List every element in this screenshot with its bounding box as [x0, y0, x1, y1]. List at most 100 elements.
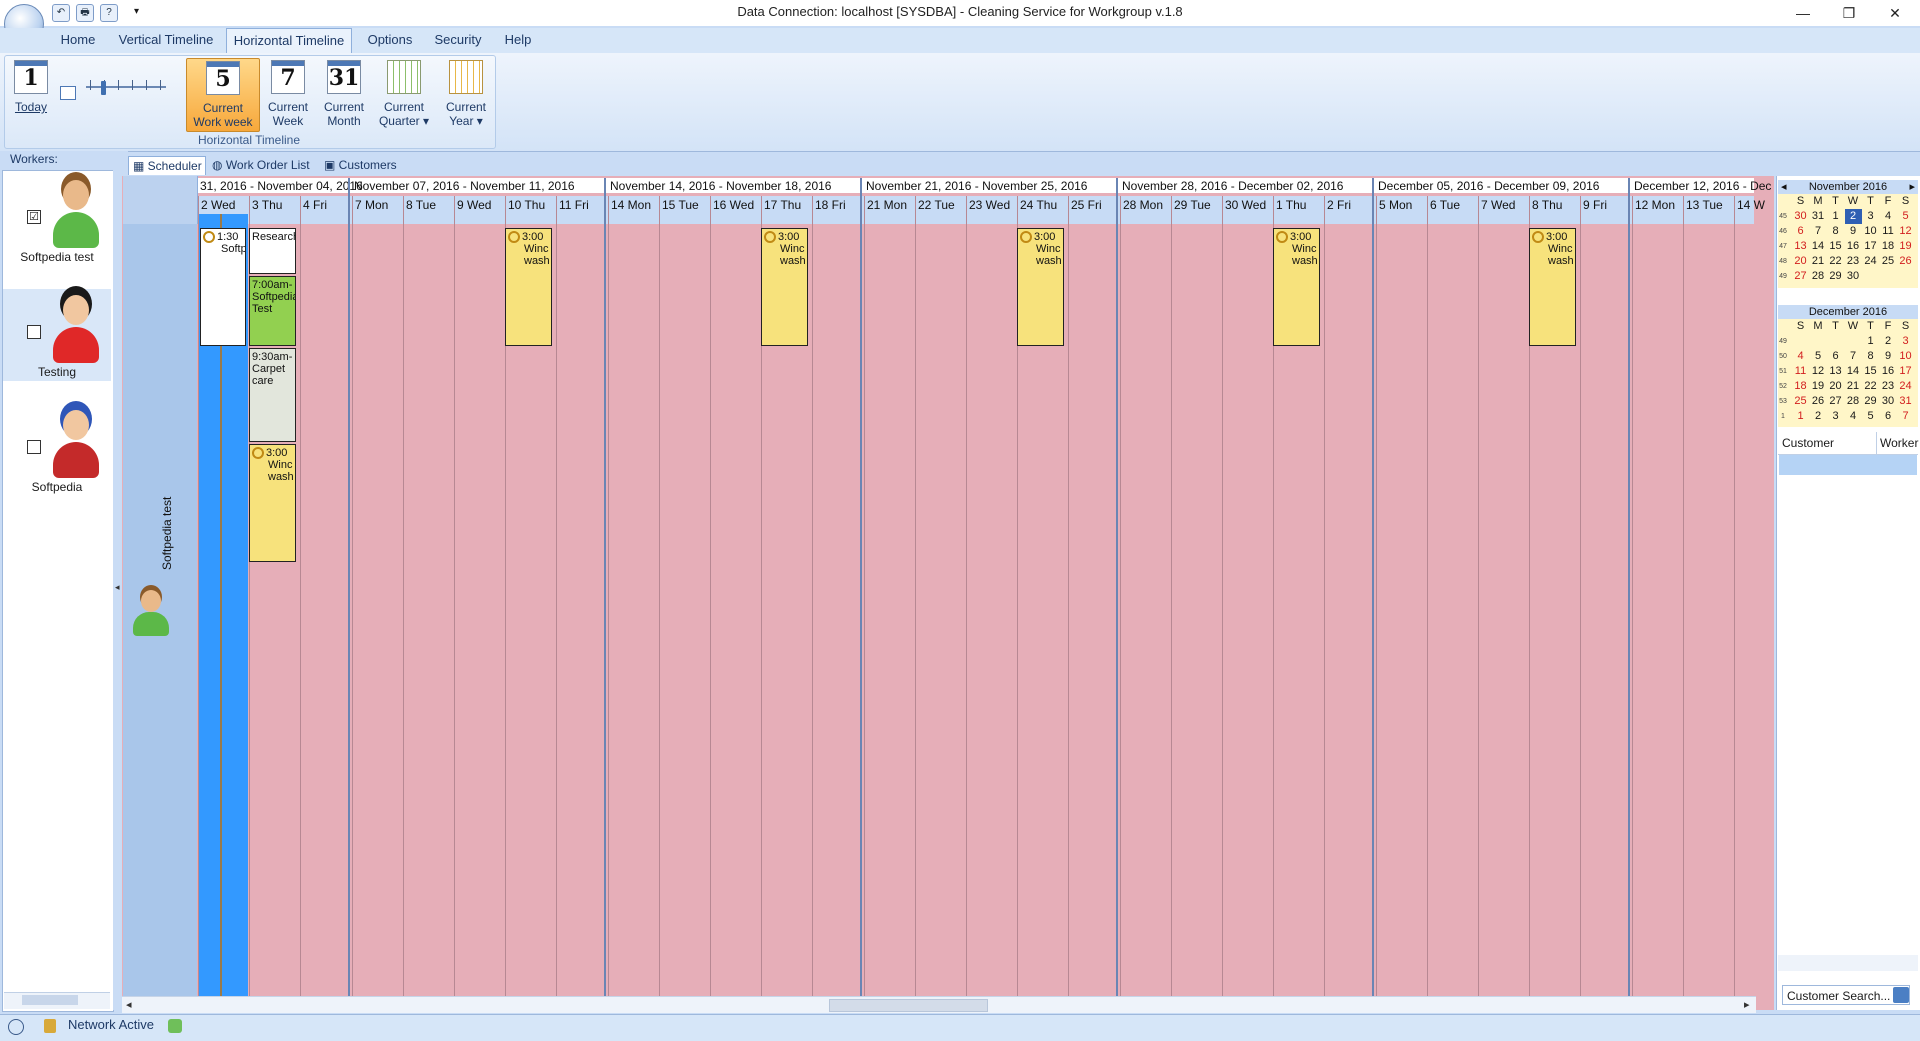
current-work-week-button[interactable]: 5 Current Work week [186, 58, 260, 132]
tab-home[interactable]: Home [52, 28, 104, 52]
calendar-day[interactable]: 6 [1880, 409, 1897, 424]
customer-grid-row[interactable] [1779, 455, 1917, 475]
calendar-day[interactable]: 23 [1845, 254, 1862, 269]
tab-horizontal-timeline[interactable]: Horizontal Timeline [226, 28, 352, 53]
calendar-day[interactable]: 28 [1845, 394, 1862, 409]
calendar-day[interactable]: 23 [1880, 379, 1897, 394]
calendar-day[interactable]: 25 [1792, 394, 1809, 409]
minimize-button[interactable]: — [1780, 0, 1826, 26]
binoculars-icon[interactable] [1893, 987, 1909, 1003]
calendar-day[interactable]: 30 [1845, 269, 1862, 284]
calendar-day[interactable]: 21 [1810, 254, 1827, 269]
calendar-day[interactable]: 18 [1792, 379, 1809, 394]
calendar-day[interactable]: 5 [1897, 209, 1914, 224]
worker-checkbox[interactable] [27, 325, 41, 339]
calendar-day[interactable]: 6 [1792, 224, 1809, 239]
lock-icon[interactable] [44, 1019, 56, 1033]
calendar-day[interactable]: 30 [1880, 394, 1897, 409]
calendar-day[interactable]: 3 [1897, 334, 1914, 349]
appointment[interactable]: 3:00 Winc wash [1273, 228, 1320, 346]
calendar-day[interactable]: 2 [1880, 334, 1897, 349]
print-icon[interactable]: 🖶 [76, 4, 94, 22]
tab-work-order-list[interactable]: ◍ Work Order List [208, 156, 316, 174]
calendar-day[interactable]: 10 [1862, 224, 1879, 239]
calendar-day[interactable]: 3 [1862, 209, 1879, 224]
calendar-day[interactable]: 30 [1792, 209, 1809, 224]
appointment[interactable]: Research [249, 228, 296, 274]
calendar-day[interactable]: 14 [1845, 364, 1862, 379]
mini-calendar-december[interactable]: S M T W T F S 49 1 2 3 50 4 5 6 7 8 9 10 51 11 12 13 14 15 16 17 52… [1778, 319, 1918, 427]
customer-search-input[interactable]: Customer Search... [1782, 985, 1910, 1005]
calendar-day[interactable]: 31 [1897, 394, 1914, 409]
appointment[interactable]: 3:00 Winc wash [761, 228, 808, 346]
tab-customers[interactable]: ▣ Customers [320, 156, 408, 174]
calendar-day[interactable]: 8 [1827, 224, 1844, 239]
close-button[interactable]: ✕ [1872, 0, 1918, 26]
calendar-day[interactable]: 18 [1880, 239, 1897, 254]
calendar-day[interactable]: 26 [1810, 394, 1827, 409]
calendar-day[interactable]: 14 [1810, 239, 1827, 254]
tab-help[interactable]: Help [496, 28, 540, 52]
maximize-button[interactable]: ❐ [1826, 0, 1872, 26]
worker-item[interactable]: Testing [3, 289, 111, 381]
calendar-day[interactable]: 16 [1880, 364, 1897, 379]
scheduler-scroll-thumb[interactable] [829, 999, 988, 1012]
quick-access-dropdown[interactable]: ▾ [134, 6, 139, 17]
zoom-slider-thumb[interactable] [101, 81, 106, 95]
calendar-day[interactable]: 21 [1845, 379, 1862, 394]
calendar-day[interactable]: 1 [1792, 409, 1809, 424]
scheduler-grid[interactable] [122, 176, 1774, 1010]
help-icon[interactable]: ? [100, 4, 118, 22]
power-icon[interactable] [8, 1019, 24, 1035]
appointment[interactable]: 1:30 Softp [200, 228, 246, 346]
calendar-day[interactable]: 7 [1845, 349, 1862, 364]
calendar-day[interactable]: 24 [1862, 254, 1879, 269]
calendar-day[interactable]: 28 [1810, 269, 1827, 284]
calendar-day[interactable] [1862, 269, 1879, 284]
calendar-day[interactable]: 10 [1897, 349, 1914, 364]
calendar-day[interactable] [1845, 334, 1862, 349]
calendar-day[interactable]: 13 [1827, 364, 1844, 379]
calendar-day[interactable]: 13 [1792, 239, 1809, 254]
calendar-day[interactable]: 19 [1897, 239, 1914, 254]
customer-hscrollbar[interactable] [1778, 955, 1918, 971]
scroll-right-icon[interactable]: ▸ [1744, 998, 1750, 1011]
calendar-day[interactable]: 9 [1845, 224, 1862, 239]
worker-item[interactable]: ☑ Softpedia test [3, 174, 111, 266]
appointment[interactable]: 3:00 Winc wash [1529, 228, 1576, 346]
calendar-day[interactable] [1827, 334, 1844, 349]
calendar-day[interactable]: 11 [1792, 364, 1809, 379]
calendar-day[interactable] [1880, 269, 1897, 284]
calendar-day[interactable]: 4 [1880, 209, 1897, 224]
current-quarter-button[interactable]: Current Quarter ▾ [376, 58, 432, 130]
calendar-day[interactable]: 20 [1792, 254, 1809, 269]
calendar-day[interactable]: 2 [1844, 209, 1862, 224]
calendar-day[interactable]: 27 [1827, 394, 1844, 409]
calendar-day[interactable]: 20 [1827, 379, 1844, 394]
worker-checkbox[interactable]: ☑ [27, 210, 41, 224]
calendar-day[interactable]: 7 [1897, 409, 1914, 424]
calendar-day[interactable]: 7 [1810, 224, 1827, 239]
scroll-left-icon[interactable]: ◂ [126, 998, 132, 1011]
undo-icon[interactable]: ↶ [52, 4, 70, 22]
calendar-day[interactable]: 31 [1810, 209, 1827, 224]
calendar-day[interactable]: 5 [1810, 349, 1827, 364]
worker-column-header[interactable]: Worker [1880, 436, 1918, 450]
calendar-day[interactable]: 26 [1897, 254, 1914, 269]
appointment[interactable]: 3:00 Winc wash [505, 228, 552, 346]
collapse-arrow-icon[interactable]: ◂ [115, 582, 120, 593]
calendar-day[interactable]: 24 [1897, 379, 1914, 394]
tab-vertical-timeline[interactable]: Vertical Timeline [114, 28, 218, 52]
calendar-day[interactable]: 27 [1792, 269, 1809, 284]
zoom-slider[interactable] [86, 86, 166, 88]
calendar-day[interactable]: 11 [1880, 224, 1897, 239]
calendar-day[interactable]: 6 [1827, 349, 1844, 364]
calendar-day[interactable]: 12 [1897, 224, 1914, 239]
appointment[interactable]: 3:00 Winc wash [1017, 228, 1064, 346]
appointment[interactable]: 3:00 Winc wash [249, 444, 296, 562]
calendar-day[interactable]: 17 [1862, 239, 1879, 254]
calendar-day[interactable]: 29 [1827, 269, 1844, 284]
calendar-day[interactable]: 3 [1827, 409, 1844, 424]
calendar-day[interactable]: 17 [1897, 364, 1914, 379]
calendar-day[interactable]: 29 [1862, 394, 1879, 409]
